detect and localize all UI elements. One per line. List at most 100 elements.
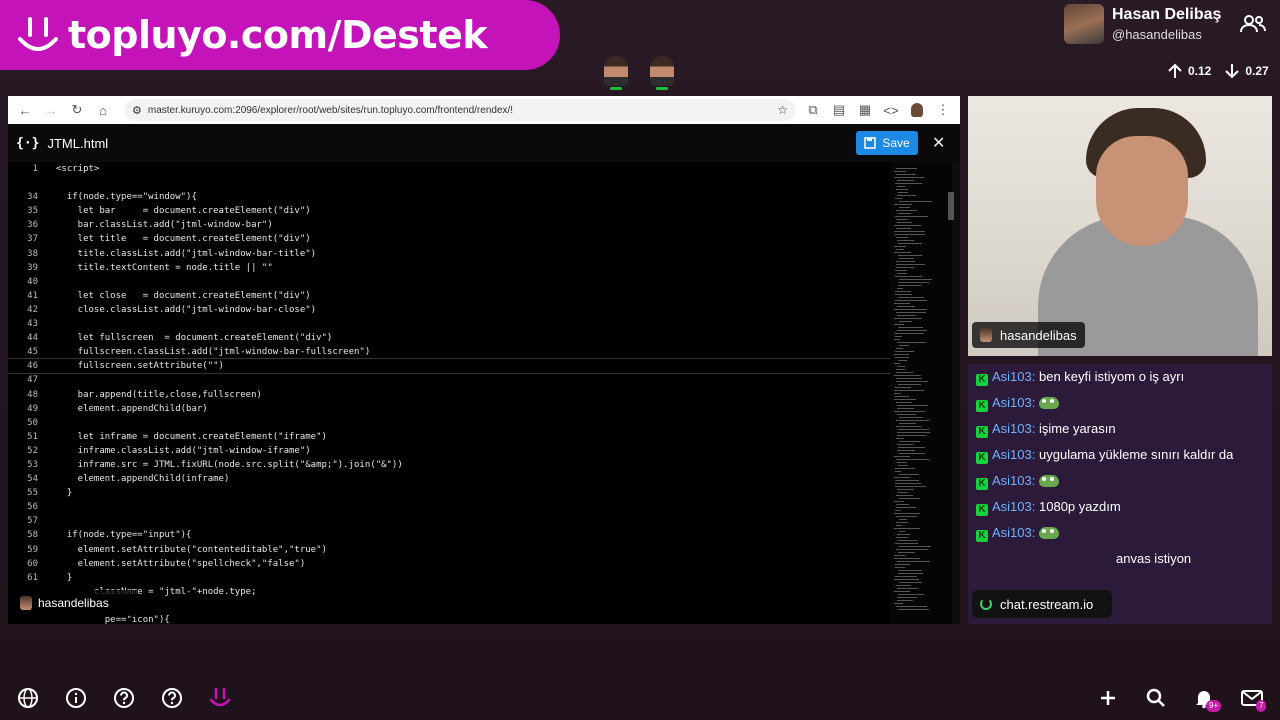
help-icon[interactable] <box>160 686 184 710</box>
smile-logo-icon[interactable] <box>208 686 232 710</box>
code-line[interactable] <box>8 176 890 190</box>
minimap-line <box>896 228 911 229</box>
code-line[interactable]: 37 let title = document.createElement("d… <box>8 232 890 246</box>
home-icon[interactable]: ⌂ <box>94 101 112 119</box>
globe-icon[interactable] <box>16 686 40 710</box>
reload-icon[interactable]: ↻ <box>68 101 86 119</box>
code-line[interactable]: 52 inframe.classList.add("jtml-window-if… <box>8 444 890 458</box>
minimap-line <box>896 372 913 373</box>
back-icon[interactable]: ← <box>16 101 34 119</box>
code-line[interactable]: 41 let close = document.createElement("d… <box>8 289 890 303</box>
chat-text: 1080p yazdım <box>1039 499 1121 514</box>
minimap-line <box>896 549 928 550</box>
profile-icon[interactable] <box>908 101 926 119</box>
extensions-icon[interactable]: ⧉ <box>804 101 822 119</box>
code-text: bar.classList.add("jtml-window-bar") <box>56 220 273 231</box>
chat-username[interactable]: Asi103: <box>992 369 1035 384</box>
chat-username[interactable]: Asi103: <box>992 421 1035 436</box>
devtools-icon[interactable]: <> <box>882 101 900 119</box>
streamer-profile[interactable]: Hasan Delibaş @hasandelibas <box>1064 4 1221 44</box>
code-line[interactable]: 58 if(node.type=="input"){ <box>8 528 890 542</box>
code-line[interactable]: 34 if(node.type=="window"){ <box>8 190 890 204</box>
code-line[interactable]: pe=="icon"){ <box>8 613 890 624</box>
reading-list-icon[interactable]: ▤ <box>830 101 848 119</box>
minimap-line <box>896 378 922 379</box>
minimap-line <box>898 360 907 361</box>
code-line[interactable]: 60 element.setAttribute("spellcheck","fa… <box>8 557 890 571</box>
minimap-line <box>894 354 909 355</box>
bookmark-star-icon[interactable]: ☆ <box>777 103 788 117</box>
code-line[interactable]: 38 title.classList.add("jtml-window-bar-… <box>8 247 890 261</box>
code-line[interactable]: 51 let inframe = document.createElement(… <box>8 430 890 444</box>
minimap-line <box>897 366 905 367</box>
code-text: let fullscreen = document.createElement(… <box>56 333 333 344</box>
minimap-line <box>895 357 909 358</box>
code-line[interactable]: 56 <box>8 500 890 514</box>
line-number: 52 <box>27 445 38 456</box>
code-line[interactable]: 43 <box>8 317 890 331</box>
code-line[interactable]: className = "jtml-"+node.type; <box>8 585 890 599</box>
chat-username[interactable]: Asi103: <box>992 447 1035 462</box>
minimap[interactable] <box>890 162 954 624</box>
code-line[interactable]: 48 bar.append(title,close,fullscreen) <box>8 388 890 402</box>
code-line[interactable]: 61 } <box>8 571 890 585</box>
chat-source-pill: chat.restream.io <box>972 590 1112 618</box>
line-number: 47 <box>27 375 38 386</box>
minimap-line <box>895 270 907 271</box>
code-line[interactable]: 59 element.setAttribute("contenteditable… <box>8 543 890 557</box>
code-line[interactable]: 1 <script> <box>8 162 890 176</box>
speaker-avatars <box>604 56 674 90</box>
address-bar[interactable]: ⚙ master.kuruyo.com:2096/explorer/root/w… <box>124 99 796 121</box>
forward-icon[interactable]: → <box>42 101 60 119</box>
minimap-line <box>896 522 908 523</box>
site-settings-icon[interactable]: ⚙ <box>132 104 142 117</box>
help-icon[interactable] <box>112 686 136 710</box>
chat-username[interactable]: Asi103: <box>992 499 1035 514</box>
code-line[interactable] <box>8 599 890 613</box>
chat-username[interactable]: Asi103: <box>992 473 1035 488</box>
minimap-line <box>899 417 923 418</box>
code-line[interactable]: 54 element.appendChild(inframe) <box>8 472 890 486</box>
line-number: 34 <box>27 192 38 203</box>
chat-username[interactable]: Asi103: <box>992 395 1035 410</box>
code-line[interactable]: 42 close.classList.add("jtml-window-bar-… <box>8 303 890 317</box>
code-line[interactable]: 57 <box>8 514 890 528</box>
code-line[interactable]: 49 element.appendChild(bar) <box>8 402 890 416</box>
floppy-icon <box>864 137 877 149</box>
code-line[interactable]: 44 let fullscreen = document.createEleme… <box>8 331 890 345</box>
menu-kebab-icon[interactable]: ⋮ <box>934 101 952 119</box>
code-text: close.classList.add("jtml-window-bar-clo… <box>56 304 317 315</box>
minimap-line <box>895 336 902 337</box>
code-line[interactable]: 47 <box>8 373 890 387</box>
line-number: 49 <box>27 403 38 414</box>
code-line[interactable]: 40 <box>8 275 890 289</box>
save-button[interactable]: Save <box>856 131 918 155</box>
code-line[interactable]: 46 fullscreen.setAttribute("") <box>8 358 890 375</box>
code-line[interactable]: 55 } <box>8 486 890 500</box>
scrollbar-thumb[interactable] <box>948 192 954 220</box>
people-icon[interactable] <box>1240 14 1266 39</box>
code-line[interactable]: 53 inframe.src = JTML.fixURL(node.src.sp… <box>8 458 890 472</box>
code-text: element.appendChild(inframe) <box>56 474 230 485</box>
code-line[interactable]: 45 fullscreen.classList.add("jtml-window… <box>8 345 890 359</box>
code-line[interactable]: 36 bar.classList.add("jtml-window-bar") <box>8 218 890 232</box>
profile-handle: @hasandelibas <box>1112 27 1202 42</box>
code-line[interactable]: 35 let bar = document.createElement("div… <box>8 204 890 218</box>
apps-icon[interactable]: ▦ <box>856 101 874 119</box>
minimap-line <box>896 537 908 538</box>
minimap-line <box>895 300 927 301</box>
code-editor[interactable]: 1 <script> 34 if(node.type=="window"){35 l… <box>8 162 890 624</box>
webcam-label: hasandelibas <box>972 322 1085 348</box>
plus-icon[interactable] <box>1096 686 1120 710</box>
close-icon[interactable]: ✕ <box>932 133 945 153</box>
code-line[interactable]: 39 title.textContent = node.title || "" <box>8 261 890 275</box>
code-line[interactable]: 50 <box>8 416 890 430</box>
info-icon[interactable] <box>64 686 88 710</box>
search-icon[interactable] <box>1144 686 1168 710</box>
line-number: 42 <box>27 304 38 315</box>
minimap-line <box>899 279 932 280</box>
line-number: 44 <box>27 333 38 344</box>
code-file-icon: {·} <box>16 135 40 151</box>
chat-username[interactable]: Asi103: <box>992 525 1035 540</box>
